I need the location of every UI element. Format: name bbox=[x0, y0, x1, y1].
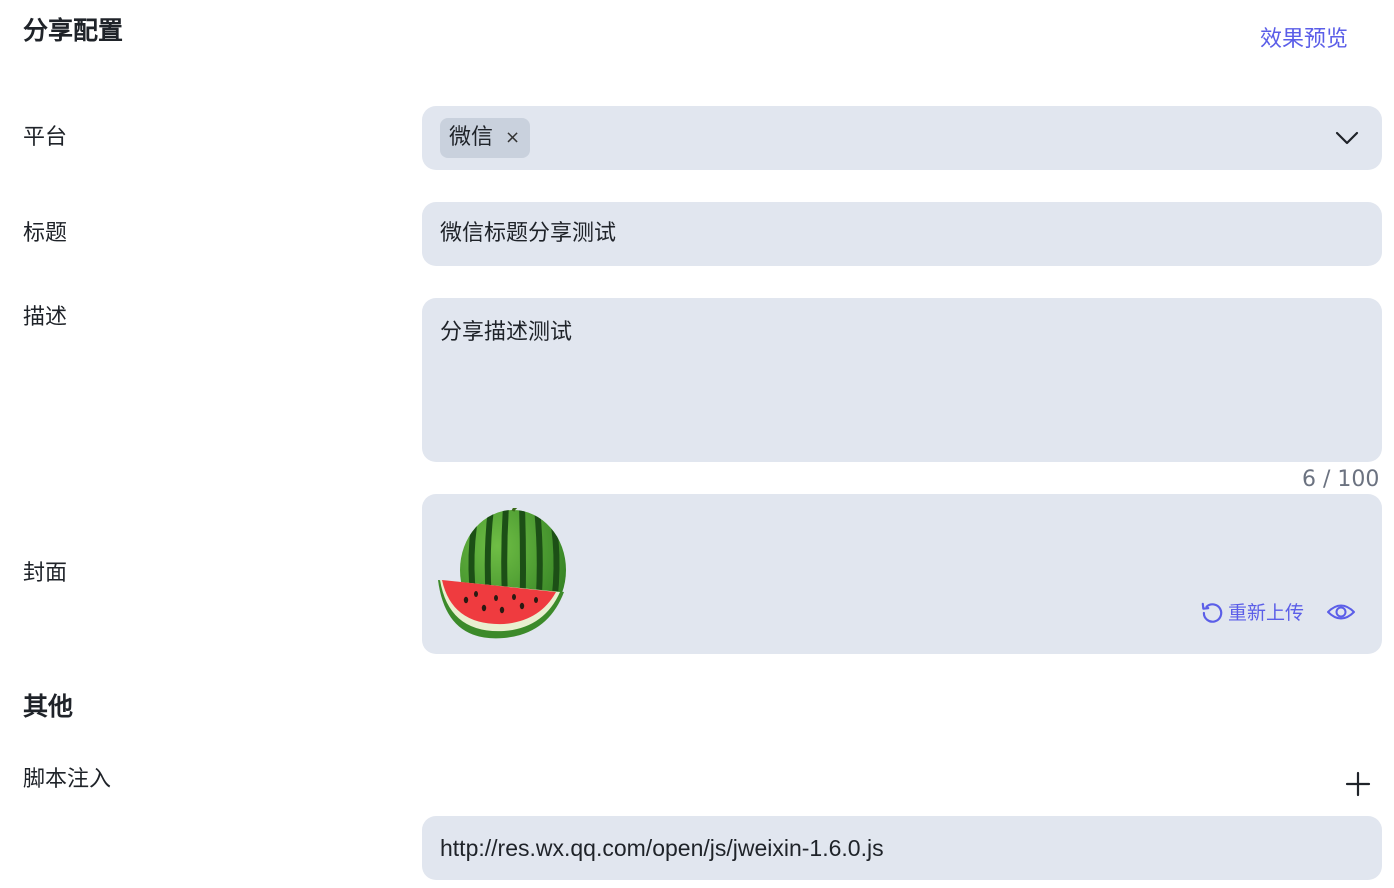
script-injection-label: 脚本注入 bbox=[23, 767, 112, 792]
platform-tag-label: 微信 bbox=[449, 125, 494, 150]
script-url-input[interactable]: http://res.wx.qq.com/open/js/jweixin-1.6… bbox=[422, 816, 1382, 880]
description-char-counter: 6 / 100 bbox=[1302, 467, 1380, 492]
description-textarea-value: 分享描述测试 bbox=[440, 320, 573, 345]
tag-close-icon[interactable]: × bbox=[505, 129, 520, 147]
cover-label: 封面 bbox=[23, 561, 68, 586]
platform-select[interactable]: 微信 × bbox=[422, 106, 1382, 170]
share-config-title: 分享配置 bbox=[23, 16, 124, 45]
cover-upload-area: 重新上传 bbox=[422, 494, 1382, 654]
preview-effect-link[interactable]: 效果预览 bbox=[1260, 29, 1348, 51]
title-input[interactable]: 微信标题分享测试 bbox=[422, 202, 1382, 266]
rotate-ccw-icon bbox=[1201, 602, 1223, 623]
other-section-title: 其他 bbox=[23, 692, 74, 721]
platform-tag-wechat: 微信 × bbox=[440, 118, 531, 158]
reupload-button[interactable]: 重新上传 bbox=[1199, 600, 1304, 626]
watermelon-image bbox=[438, 508, 566, 639]
description-textarea[interactable]: 分享描述测试 bbox=[422, 298, 1382, 462]
script-url-value: http://res.wx.qq.com/open/js/jweixin-1.6… bbox=[440, 835, 884, 861]
description-label: 描述 bbox=[23, 305, 68, 330]
eye-icon[interactable] bbox=[1326, 600, 1356, 624]
reupload-label: 重新上传 bbox=[1228, 601, 1305, 624]
title-label: 标题 bbox=[23, 221, 68, 246]
chevron-down-icon[interactable] bbox=[1335, 130, 1359, 146]
platform-label: 平台 bbox=[23, 125, 68, 150]
plus-icon[interactable] bbox=[1345, 771, 1371, 797]
title-input-value: 微信标题分享测试 bbox=[440, 221, 617, 246]
